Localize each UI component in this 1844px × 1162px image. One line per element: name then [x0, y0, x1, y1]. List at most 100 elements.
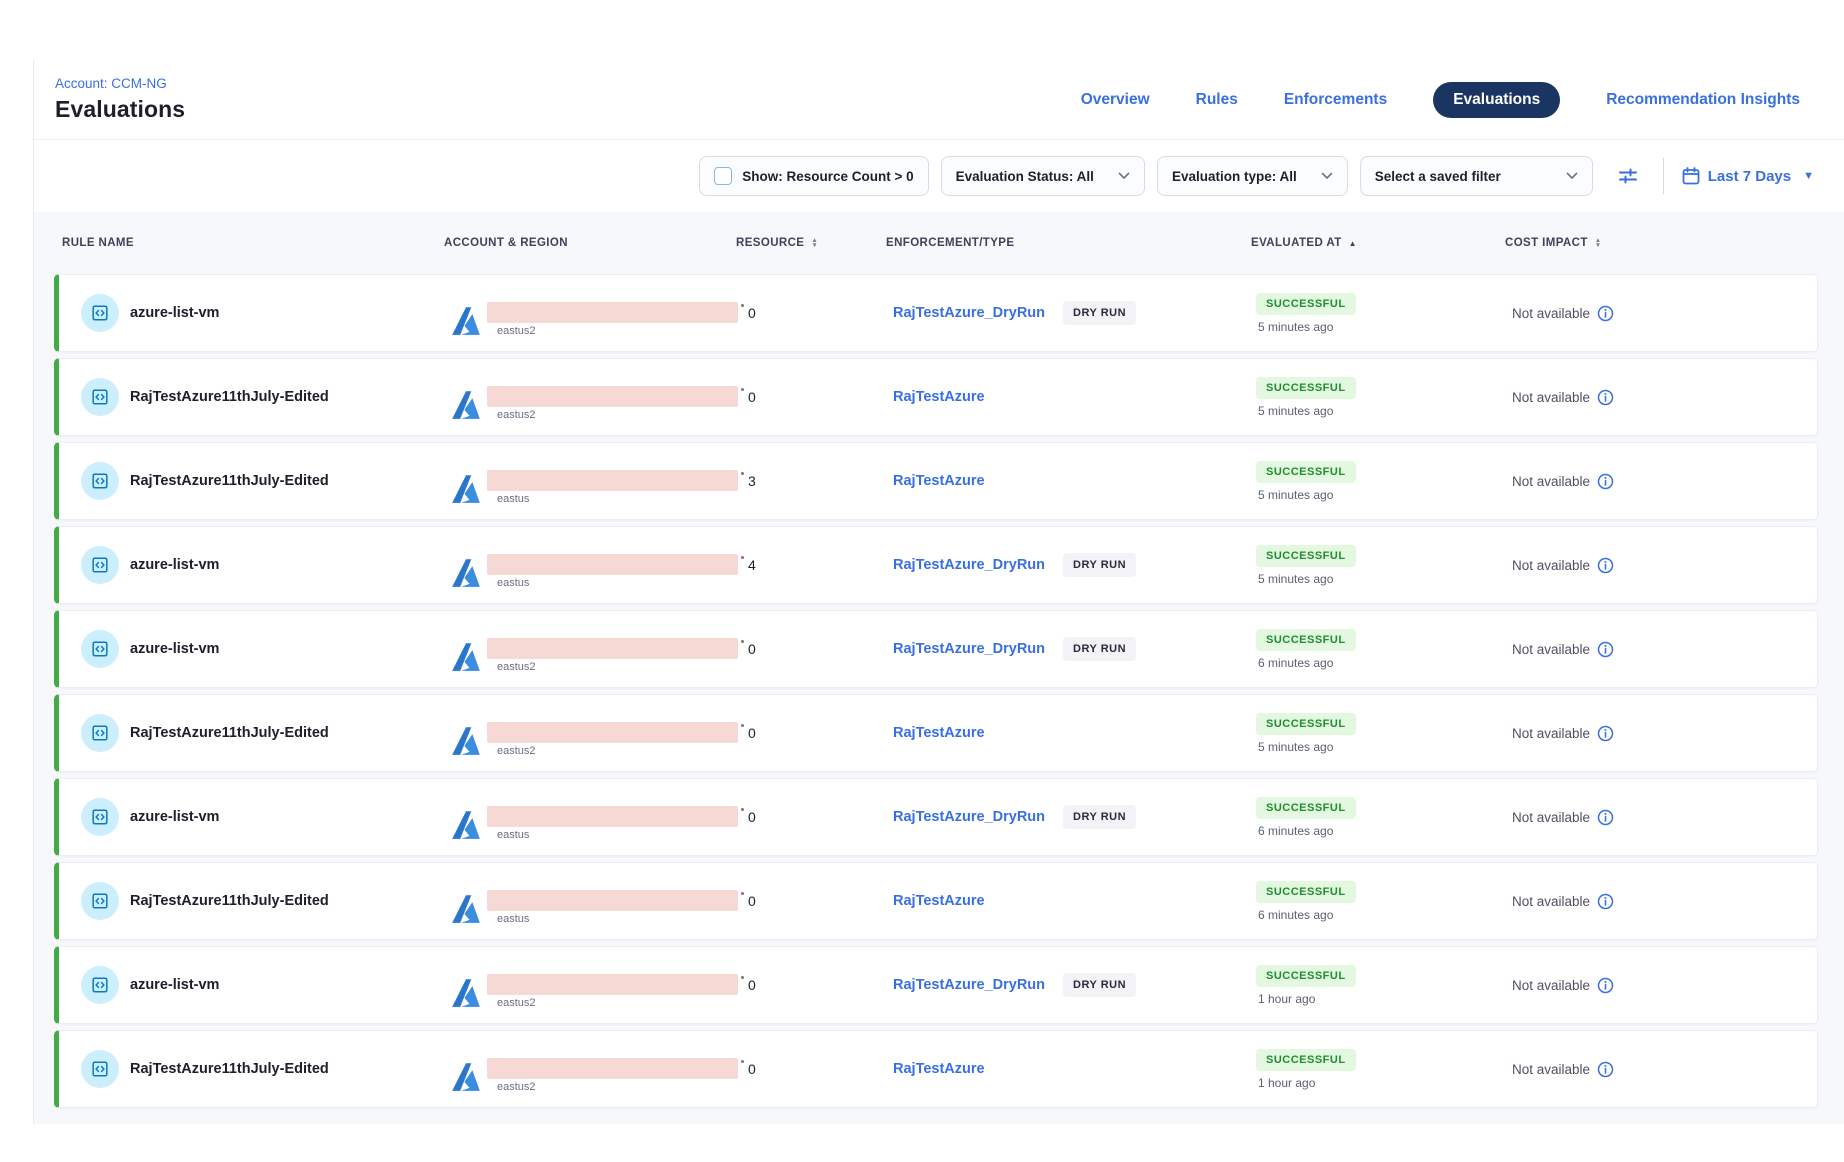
enforcement-link[interactable]: RajTestAzure_DryRun — [893, 977, 1045, 993]
info-icon[interactable] — [1597, 1061, 1614, 1078]
table-row[interactable]: RajTestAzure11thJuly-Edited eastus2 0 Ra… — [54, 694, 1818, 772]
tab-recommendation-insights[interactable]: Recommendation Insights — [1606, 91, 1800, 109]
evaluation-type-value: Evaluation type: All — [1172, 169, 1297, 184]
evaluated-time: 5 minutes ago — [1258, 404, 1333, 418]
evaluation-status-dropdown[interactable]: Evaluation Status: All — [941, 156, 1145, 196]
table-row[interactable]: azure-list-vm eastus2 0 RajTestAzure_Dry… — [54, 274, 1818, 352]
table-row[interactable]: azure-list-vm eastus 0 RajTestAzure_DryR… — [54, 778, 1818, 856]
rule-icon — [81, 546, 119, 584]
table-row[interactable]: azure-list-vm eastus2 0 RajTestAzure_Dry… — [54, 946, 1818, 1024]
redacted-account-name — [487, 974, 738, 995]
column-label: EVALUATED AT — [1251, 237, 1342, 249]
table-row[interactable]: RajTestAzure11thJuly-Edited eastus2 0 Ra… — [54, 1030, 1818, 1108]
filter-sliders-icon[interactable] — [1611, 159, 1645, 193]
cost-impact-value: Not available — [1512, 390, 1590, 405]
info-icon[interactable] — [1597, 725, 1614, 742]
rule-name: azure-list-vm — [130, 641, 219, 657]
enforcement-link[interactable]: RajTestAzure — [893, 725, 985, 741]
table-row[interactable]: azure-list-vm eastus 4 RajTestAzure_DryR… — [54, 526, 1818, 604]
enforcement-link[interactable]: RajTestAzure_DryRun — [893, 305, 1045, 321]
rule-name: RajTestAzure11thJuly-Edited — [130, 893, 329, 909]
resource-count: 0 — [748, 305, 756, 321]
evaluated-time: 6 minutes ago — [1258, 656, 1333, 670]
sort-icon[interactable]: ▲▼ — [811, 238, 818, 249]
info-icon[interactable] — [1597, 641, 1614, 658]
info-icon[interactable] — [1597, 809, 1614, 826]
table-row[interactable]: RajTestAzure11thJuly-Edited eastus2 0 Ra… — [54, 358, 1818, 436]
resource-count: 0 — [748, 389, 756, 405]
cost-impact-value: Not available — [1512, 894, 1590, 909]
enforcement-link[interactable]: RajTestAzure — [893, 1061, 985, 1077]
date-range-value: Last 7 Days — [1708, 168, 1791, 185]
enforcement-link[interactable]: RajTestAzure_DryRun — [893, 641, 1045, 657]
tab-evaluations[interactable]: Evaluations — [1433, 82, 1560, 118]
table-row[interactable]: RajTestAzure11thJuly-Edited eastus 0 Raj… — [54, 862, 1818, 940]
redacted-account-name — [487, 722, 738, 743]
calendar-icon — [1682, 167, 1700, 185]
saved-filter-value: Select a saved filter — [1375, 169, 1501, 184]
resource-count-checkbox[interactable] — [714, 167, 732, 185]
rule-name: azure-list-vm — [130, 557, 219, 573]
tab-enforcements[interactable]: Enforcements — [1284, 91, 1387, 109]
info-icon[interactable] — [1597, 473, 1614, 490]
enforcement-link[interactable]: RajTestAzure — [893, 893, 985, 909]
cost-impact-value: Not available — [1512, 726, 1590, 741]
evaluated-time: 6 minutes ago — [1258, 908, 1333, 922]
region-label: eastus2 — [497, 1081, 738, 1093]
rule-name: RajTestAzure11thJuly-Edited — [130, 389, 329, 405]
evaluated-time: 1 hour ago — [1258, 1076, 1315, 1090]
cost-impact-value: Not available — [1512, 810, 1590, 825]
table-row[interactable]: azure-list-vm eastus2 0 RajTestAzure_Dry… — [54, 610, 1818, 688]
date-range-picker[interactable]: Last 7 Days ▼ — [1682, 167, 1814, 185]
rule-icon — [81, 378, 119, 416]
table-row[interactable]: RajTestAzure11thJuly-Edited eastus 3 Raj… — [54, 442, 1818, 520]
rule-name: RajTestAzure11thJuly-Edited — [130, 1061, 329, 1077]
rule-icon — [81, 714, 119, 752]
enforcement-link[interactable]: RajTestAzure_DryRun — [893, 809, 1045, 825]
evaluation-type-dropdown[interactable]: Evaluation type: All — [1157, 156, 1348, 196]
column-header-account-region: ACCOUNT & REGION — [444, 237, 731, 249]
redacted-account-name — [487, 386, 738, 407]
cost-impact-value: Not available — [1512, 642, 1590, 657]
sort-icon[interactable]: ▲▼ — [1595, 238, 1602, 249]
info-icon[interactable] — [1597, 977, 1614, 994]
redacted-account-name — [487, 470, 738, 491]
info-icon[interactable] — [1597, 557, 1614, 574]
chevron-down-icon — [1566, 172, 1578, 180]
column-header-resource[interactable]: RESOURCE▲▼ — [731, 237, 886, 249]
enforcement-link[interactable]: RajTestAzure — [893, 473, 985, 489]
column-label: COST IMPACT — [1505, 237, 1588, 249]
info-icon[interactable] — [1597, 305, 1614, 322]
resource-count: 0 — [748, 893, 756, 909]
azure-icon — [449, 640, 485, 676]
resource-count: 4 — [748, 557, 756, 573]
column-header-evaluated-at[interactable]: EVALUATED AT ▲ — [1251, 237, 1505, 249]
filter-bar: Show: Resource Count > 0 Evaluation Stat… — [34, 140, 1844, 212]
dry-run-badge: DRY RUN — [1063, 637, 1136, 661]
cost-impact-value: Not available — [1512, 978, 1590, 993]
column-header-cost-impact[interactable]: COST IMPACT ▲▼ — [1505, 237, 1818, 249]
info-icon[interactable] — [1597, 389, 1614, 406]
cost-impact-value: Not available — [1512, 1062, 1590, 1077]
azure-icon — [449, 1060, 485, 1096]
breadcrumb-account-link[interactable]: Account: CCM-NG — [55, 76, 185, 91]
evaluations-table: RULE NAMEACCOUNT & REGIONRESOURCE▲▼ENFOR… — [34, 212, 1844, 1124]
page-header: Account: CCM-NG Evaluations Overview Rule… — [34, 60, 1844, 140]
resource-count-filter[interactable]: Show: Resource Count > 0 — [699, 156, 928, 196]
sort-asc-icon[interactable]: ▲ — [1349, 239, 1357, 248]
enforcement-link[interactable]: RajTestAzure_DryRun — [893, 557, 1045, 573]
page-title: Evaluations — [55, 96, 185, 123]
saved-filter-dropdown[interactable]: Select a saved filter — [1360, 156, 1593, 196]
tab-rules[interactable]: Rules — [1196, 91, 1238, 109]
chevron-down-icon — [1118, 172, 1130, 180]
enforcement-link[interactable]: RajTestAzure — [893, 389, 985, 405]
info-icon[interactable] — [1597, 893, 1614, 910]
evaluated-time: 5 minutes ago — [1258, 320, 1333, 334]
resource-count: 3 — [748, 473, 756, 489]
redacted-account-name — [487, 806, 738, 827]
region-label: eastus2 — [497, 325, 738, 337]
tab-overview[interactable]: Overview — [1081, 91, 1150, 109]
rule-icon — [81, 630, 119, 668]
status-badge: SUCCESSFUL — [1256, 713, 1356, 735]
region-label: eastus — [497, 829, 738, 841]
